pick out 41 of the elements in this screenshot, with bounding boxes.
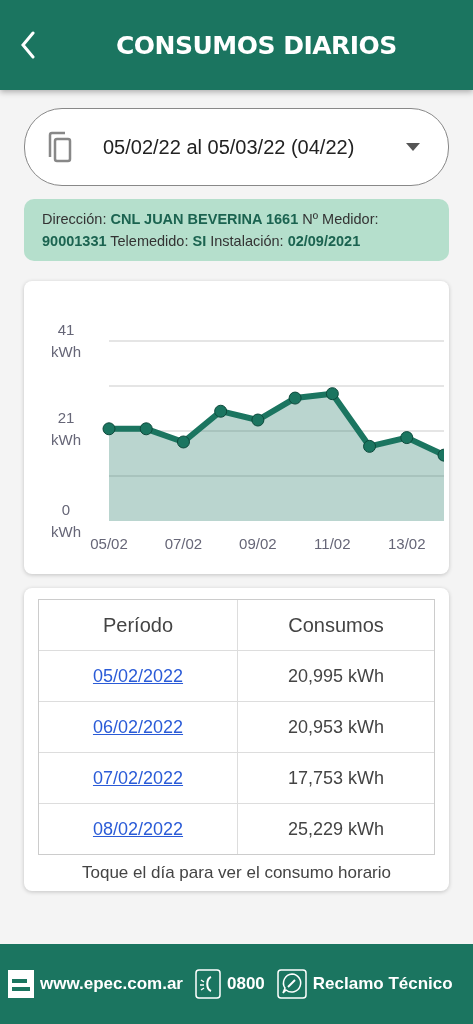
table-cell: 20,953 kWh [237,702,434,752]
y-tick-label: 0 kWh [51,501,81,540]
table-cell: 25,229 kWh [237,804,434,854]
y-tick-label: 21 kWh [51,408,81,448]
column-header: Consumos [237,600,434,650]
table-cell: 20,995 kWh [237,651,434,701]
date-link[interactable]: 08/02/2022 [92,818,184,840]
data-point [214,404,228,418]
date-link[interactable]: 07/02/2022 [92,767,184,789]
data-point [139,422,153,436]
phone-icon[interactable] [195,969,221,999]
data-point [363,439,377,453]
column-header: Período [101,612,175,638]
date-link[interactable]: 05/02/2022 [92,665,184,687]
data-point [288,391,302,405]
chat-icon[interactable] [276,969,307,999]
caret-icon [406,143,420,151]
table-hint: Toque el día para ver el consumo horario [81,863,392,883]
back-icon[interactable] [20,31,36,59]
logo-icon [8,970,34,998]
table-cell: 17,753 kWh [237,753,434,803]
data-point [325,387,339,401]
screen-title: CONSUMOS DIARIOS [116,30,397,60]
y-tick-label: 41 kWh [51,321,81,360]
copy-icon [47,131,73,163]
website-link[interactable]: www.epec.com.ar [40,974,183,994]
data-point [102,422,116,436]
phone-number[interactable]: 0800 [227,974,265,994]
data-point [400,431,414,445]
data-point [437,448,444,462]
claim-link[interactable]: Reclamo Técnico [312,974,453,994]
period-dropdown[interactable]: 05/02/22 al 05/03/22 (04/22) [24,108,449,186]
data-point [251,413,265,427]
x-tick-label: 07/02 [164,535,203,552]
x-tick-label: 13/02 [388,535,426,552]
data-point [176,435,190,449]
x-tick-label: 09/02 [239,535,277,552]
x-tick-label: 05/02 [90,535,128,552]
meter-info: Dirección: CNL JUAN BEVERINA 1661 Nº Medidor: 90001331 Telemedido: SI Instalación: 02/09/2021 [24,199,449,261]
date-link[interactable]: 06/02/2022 [92,716,184,738]
x-tick-label: 11/02 [314,535,351,552]
